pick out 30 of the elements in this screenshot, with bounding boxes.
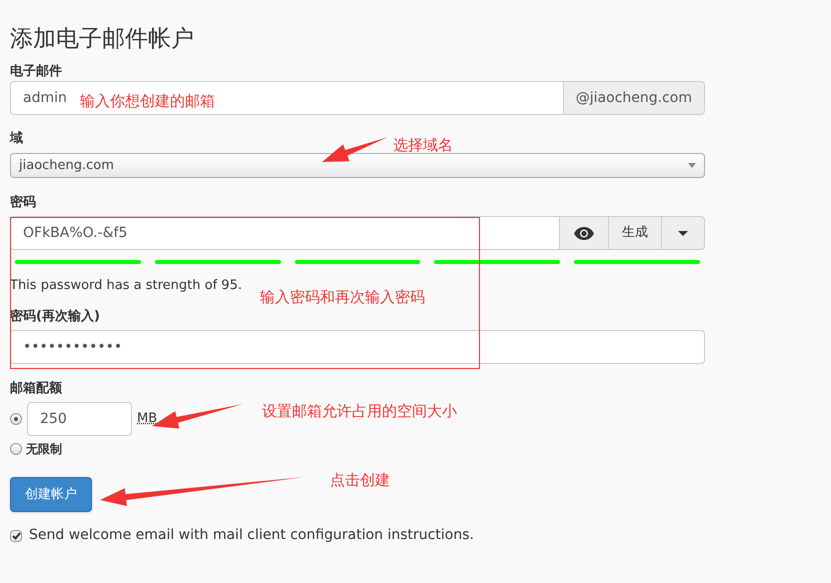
annotation-text: 点击创建: [330, 471, 390, 491]
checkbox-label: Send welcome email with mail client configuration instructions.: [29, 526, 474, 545]
radio-button[interactable]: [10, 413, 22, 425]
field-label: 电子邮件: [10, 65, 62, 78]
quota-input[interactable]: 250: [27, 402, 132, 436]
domain-select[interactable]: jiaocheng.com: [10, 153, 705, 178]
page-title: 添加电子邮件帐户: [10, 27, 195, 53]
annotation-text: 选择域名: [393, 136, 453, 156]
password-input[interactable]: OFkBA%O.-&f5: [10, 216, 560, 250]
caret-icon: [678, 230, 688, 236]
domain-suffix: @jiaocheng.com: [564, 81, 705, 115]
password-again-input[interactable]: ••••••••••••: [10, 330, 705, 364]
radio-label: 无限制: [26, 441, 62, 458]
radio-button[interactable]: [10, 443, 22, 455]
eye-icon: [574, 226, 594, 240]
generate-button[interactable]: 生成: [609, 216, 662, 250]
dropdown-icon: [688, 163, 696, 168]
strength-text: This password has a strength of 95.: [10, 279, 243, 292]
create-account-button[interactable]: 创建帐户: [10, 477, 92, 512]
annotation-text: 输入密码和再次输入密码: [260, 288, 425, 308]
annotation-text: 输入你想创建的邮箱: [80, 92, 215, 112]
field-label: 域: [10, 132, 23, 145]
unit-label: MB: [137, 410, 158, 428]
field-label: 密码(再次输入): [10, 310, 100, 323]
annotation-text: 设置邮箱允许占用的空间大小: [262, 402, 457, 422]
field-label: 邮箱配额: [10, 382, 62, 395]
field-label: 密码: [10, 196, 36, 209]
arrow-drawing: [322, 137, 388, 162]
checkbox[interactable]: [10, 530, 22, 542]
show-password-button[interactable]: [560, 216, 609, 250]
